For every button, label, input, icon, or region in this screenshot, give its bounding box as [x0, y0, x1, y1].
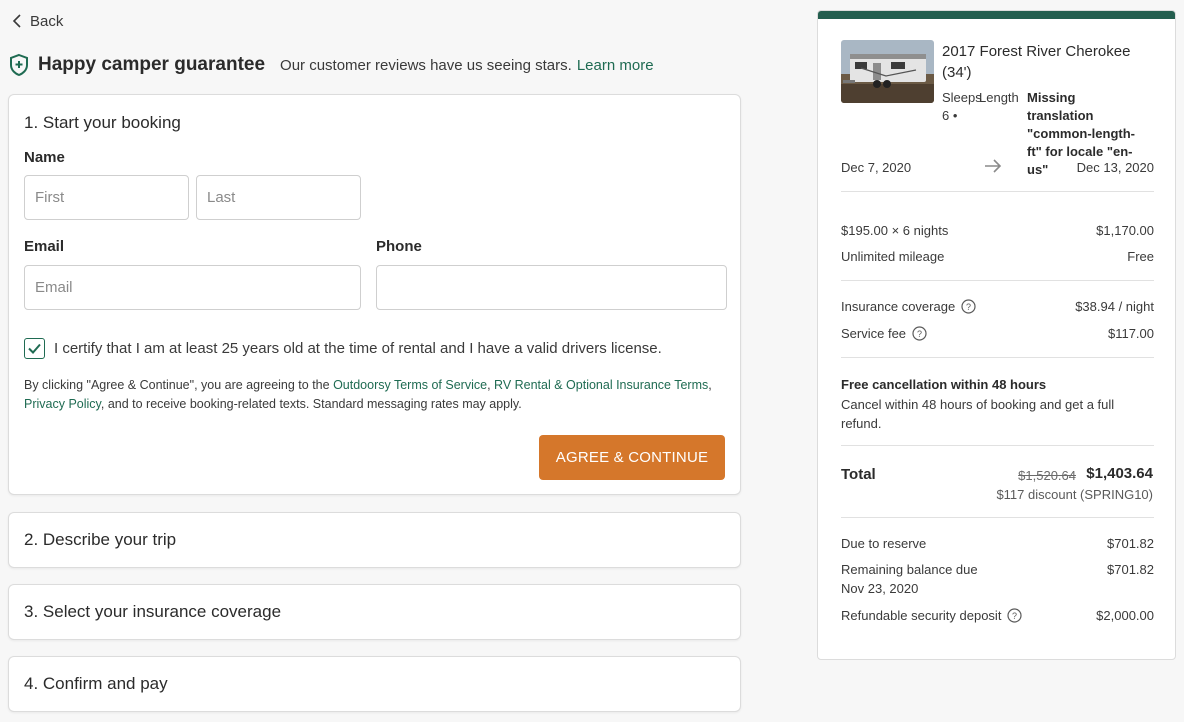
email-input[interactable]: [24, 265, 361, 310]
legal-separator: ,: [487, 378, 495, 392]
svg-text:?: ?: [1012, 611, 1017, 621]
first-name-input[interactable]: [24, 175, 189, 220]
divider: [841, 445, 1154, 446]
divider: [841, 357, 1154, 358]
sleeps-label: Sleeps: [942, 90, 982, 105]
shield-icon: [10, 53, 28, 77]
booking-summary: 2017 Forest River Cherokee (34') Sleeps …: [817, 10, 1176, 660]
divider: [841, 191, 1154, 192]
check-icon: [28, 343, 41, 354]
step-3-title: 3. Select your insurance coverage: [24, 602, 282, 621]
length-label: Length: [979, 90, 1019, 105]
divider: [841, 517, 1154, 518]
insurance-row: Insurance coverage ? $38.94 / night: [841, 299, 1154, 317]
guarantee-title: Happy camper guarantee: [38, 54, 266, 75]
terms-of-service-link[interactable]: Outdoorsy Terms of Service: [333, 378, 487, 392]
svg-text:?: ?: [966, 302, 971, 312]
legal-separator: ,: [708, 378, 712, 392]
rv-thumbnail: [841, 40, 934, 103]
meta-bullet: •: [952, 108, 958, 123]
back-label: Back: [30, 12, 64, 30]
cancellation-title: Free cancellation within 48 hours: [841, 377, 1047, 392]
cancellation-description: Cancel within 48 hours of booking and ge…: [841, 397, 1115, 431]
agree-continue-button[interactable]: AGREE & CONTINUE: [539, 435, 725, 480]
trip-dates: Dec 7, 2020 Dec 13, 2020: [841, 157, 1154, 179]
certify-text: I certify that I am at least 25 years ol…: [54, 340, 662, 357]
sleeps-value: 6: [942, 108, 950, 123]
step-2-title: 2. Describe your trip: [24, 530, 177, 549]
total-label: Total: [841, 466, 876, 483]
info-icon[interactable]: ?: [961, 299, 976, 314]
svg-text:?: ?: [917, 329, 922, 339]
mileage-label: Unlimited mileage: [841, 249, 945, 264]
booking-step-3[interactable]: 3. Select your insurance coverage: [8, 584, 741, 640]
total-original-price: $1,520.64: [1018, 468, 1076, 483]
certify-checkbox[interactable]: [24, 338, 45, 359]
summary-topbar: [818, 11, 1175, 19]
chevron-left-icon: [12, 14, 21, 28]
rv-title: 2017 Forest River Cherokee (34'): [942, 43, 1131, 81]
remaining-balance-date: Nov 23, 2020: [841, 581, 919, 596]
start-date: Dec 7, 2020: [841, 160, 912, 175]
due-to-reserve-row: Due to reserve $701.82: [841, 536, 1154, 554]
step-4-title: 4. Confirm and pay: [24, 674, 168, 693]
booking-step-4[interactable]: 4. Confirm and pay: [8, 656, 741, 712]
remaining-balance-value: $701.82: [1107, 562, 1154, 577]
legal-suffix: , and to receive booking-related texts. …: [100, 397, 522, 411]
arrow-right-icon: [985, 159, 1002, 173]
remaining-balance-row: Remaining balance due $701.82: [841, 562, 1154, 580]
certify-row: I certify that I am at least 25 years ol…: [24, 338, 662, 359]
mileage-row: Unlimited mileage Free: [841, 249, 1154, 267]
booking-step-2[interactable]: 2. Describe your trip: [8, 512, 741, 568]
insurance-terms-link[interactable]: RV Rental & Optional Insurance Terms: [494, 378, 708, 392]
email-label: Email: [24, 238, 65, 255]
security-deposit-label: Refundable security deposit: [841, 608, 1002, 623]
info-icon[interactable]: ?: [912, 326, 927, 341]
privacy-policy-link[interactable]: Privacy Policy: [24, 397, 101, 411]
due-to-reserve-label: Due to reserve: [841, 536, 927, 551]
mileage-value: Free: [1127, 249, 1154, 264]
service-fee-label: Service fee: [841, 326, 907, 341]
legal-text: By clicking "Agree & Continue", you are …: [24, 376, 724, 414]
phone-label: Phone: [376, 238, 422, 255]
security-deposit-value: $2,000.00: [1096, 608, 1154, 623]
guarantee-banner: Happy camper guarantee Our customer revi…: [8, 52, 654, 78]
info-icon[interactable]: ?: [1007, 608, 1023, 623]
due-to-reserve-value: $701.82: [1107, 536, 1154, 551]
insurance-value: $38.94 / night: [1075, 299, 1154, 314]
booking-step-1: 1. Start your booking Name Email Phone I…: [8, 94, 741, 495]
nightly-value: $1,170.00: [1096, 223, 1154, 238]
total-price: $1,403.64: [1086, 465, 1153, 482]
last-name-input[interactable]: [196, 175, 361, 220]
learn-more-link[interactable]: Learn more: [577, 57, 654, 74]
remaining-balance-label: Remaining balance due: [841, 562, 978, 577]
divider: [841, 280, 1154, 281]
name-label: Name: [24, 149, 65, 166]
nightly-label: $195.00 × 6 nights: [841, 223, 949, 238]
step-1-title: 1. Start your booking: [24, 113, 181, 132]
guarantee-description: Our customer reviews have us seeing star…: [280, 56, 572, 74]
insurance-label: Insurance coverage: [841, 299, 956, 314]
service-fee-value: $117.00: [1107, 326, 1154, 341]
end-date: Dec 13, 2020: [1076, 160, 1154, 175]
back-link[interactable]: Back: [12, 10, 63, 32]
security-deposit-row: Refundable security deposit ? $2,000.00: [841, 608, 1154, 626]
phone-input[interactable]: [376, 265, 727, 310]
legal-prefix: By clicking "Agree & Continue", you are …: [24, 378, 334, 392]
discount-note: $117 discount (SPRING10): [996, 487, 1153, 502]
nightly-row: $195.00 × 6 nights $1,170.00: [841, 223, 1154, 241]
service-fee-row: Service fee ? $117.00: [841, 326, 1154, 344]
